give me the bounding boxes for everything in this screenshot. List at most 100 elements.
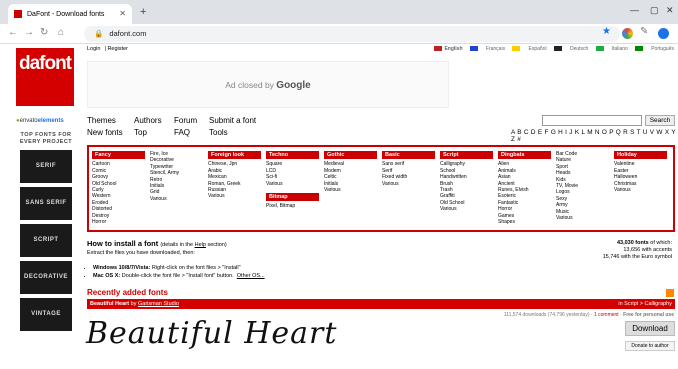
elements-brand: elements [37, 118, 64, 124]
lock-icon: 🔒 [94, 29, 104, 38]
category-title[interactable]: Techno [266, 151, 319, 160]
close-tab-icon[interactable]: ✕ [119, 9, 126, 18]
install-step-mac: Mac OS X: Double-click the font file > "… [93, 272, 265, 280]
nav-faq[interactable]: FAQ [174, 128, 190, 137]
dafont-favicon-icon [14, 10, 22, 18]
ad-closed-text: Ad closed by [225, 80, 274, 90]
category-column: Holiday Valentine Easter Halloween Christmas… [614, 151, 667, 193]
maximize-icon[interactable]: ▢ [650, 5, 659, 16]
category-title[interactable]: Basic [382, 151, 435, 160]
lang-espanol[interactable]: Español [512, 46, 547, 52]
category-link[interactable]: Various [208, 193, 261, 199]
nav-themes[interactable]: Themes [87, 116, 116, 125]
category-link[interactable]: Pixel, Bitmap [266, 203, 319, 209]
download-button[interactable]: Download [625, 321, 675, 336]
browser-toolbar: ← → ↻ ⌂ 🔒 dafont.com ★ ✎ [0, 24, 678, 44]
font-stats: 43,030 fonts of which: 13,656 with accen… [602, 240, 672, 260]
ad-tile-decorative[interactable]: DECORATIVE [20, 261, 72, 294]
font-author-link[interactable]: Garisman Studio [138, 301, 179, 307]
install-extract-text: Extract the files you have downloaded, t… [87, 250, 195, 256]
ad-tile-sans-serif[interactable]: SANS SERIF [20, 187, 72, 220]
other-os-link[interactable]: Other OS... [237, 273, 265, 279]
reload-icon[interactable]: ↻ [40, 27, 48, 38]
logo-text: dafont [18, 53, 72, 74]
lang-francais[interactable]: Français [469, 46, 505, 52]
font-preview: Beautiful Heart [86, 316, 338, 351]
category-link[interactable]: Various [150, 196, 203, 202]
ad-tile-serif[interactable]: SERIF [20, 150, 72, 183]
help-link[interactable]: Help [195, 242, 206, 248]
search-input[interactable] [542, 115, 642, 126]
nav-tools[interactable]: Tools [209, 128, 228, 137]
language-selector: English Français Español Deutsch Italian… [428, 46, 674, 52]
lang-english[interactable]: English [434, 46, 463, 52]
category-link[interactable]: Shapes [498, 219, 551, 225]
nav-authors[interactable]: Authors [134, 116, 162, 125]
category-title[interactable]: Fancy [92, 151, 145, 160]
login-link[interactable]: Login [87, 46, 100, 52]
close-window-icon[interactable]: ✕ [666, 5, 674, 16]
left-column: dafont ●envatoelements TOP FONTS FOR EVE… [16, 48, 76, 331]
category-link[interactable]: Horror [92, 219, 145, 225]
envato-ad-brand[interactable]: ●envatoelements [16, 118, 76, 124]
puzzle-icon[interactable]: ✎ [640, 26, 648, 37]
category-title[interactable]: Script [440, 151, 493, 160]
category-title[interactable]: Bitmap [266, 193, 319, 202]
forward-icon[interactable]: → [24, 27, 34, 38]
category-column: Dingbats Alien Animals Asian Ancient Runes, E… [498, 151, 551, 225]
address-bar[interactable]: 🔒 dafont.com [84, 26, 620, 42]
bookmark-star-icon[interactable]: ★ [602, 26, 611, 37]
search-button[interactable]: Search [645, 115, 675, 126]
category-column: Foreign look Chinese, Jpn Arabic Mexican Rom… [208, 151, 261, 200]
ad-tile-script[interactable]: SCRIPT [20, 224, 72, 257]
donate-button[interactable]: Donate to author [625, 341, 675, 351]
ad-tile-vintage[interactable]: VINTAGE [20, 298, 72, 331]
install-heading: How to install a font (details in the He… [87, 239, 227, 248]
nav-new-fonts[interactable]: New fonts [87, 128, 123, 137]
category-column: Fancy Cartoon Comic Groovy Old School Curly We… [92, 151, 145, 225]
nav-submit[interactable]: Submit a font [209, 116, 256, 125]
category-column: Basic Sans serif Serif Fixed width Various [382, 151, 435, 187]
font-category-link[interactable]: in Script > Calligraphy [618, 299, 672, 309]
alphabet-index[interactable]: A B C D E F G H I J K L M N O P Q R S T … [511, 129, 678, 143]
lang-italiano[interactable]: Italiano [595, 46, 628, 52]
register-link[interactable]: Register [107, 46, 127, 52]
category-title[interactable]: Foreign look [208, 151, 261, 160]
comment-link[interactable]: 1 comment [594, 312, 619, 318]
category-title[interactable]: Gothic [324, 151, 377, 160]
rss-icon[interactable] [666, 289, 674, 297]
extension-icon[interactable] [622, 28, 633, 39]
back-icon[interactable]: ← [8, 27, 18, 38]
category-link[interactable]: Various [556, 215, 609, 221]
category-column: Script Calligraphy School Handwritten Brush T… [440, 151, 493, 213]
lang-deutsch[interactable]: Deutsch [553, 46, 588, 52]
category-link[interactable]: Various [324, 187, 377, 193]
category-link[interactable]: Various [614, 187, 667, 193]
tab-title: DaFont - Download fonts [27, 10, 105, 18]
closed-ad-banner: Ad closed by Google [87, 61, 449, 108]
install-steps: Windows 10/8/7/Vista: Right-click on the… [93, 264, 265, 280]
user-bar: Login | Register [87, 46, 128, 52]
recent-fonts-heading: Recently added fonts [87, 288, 168, 297]
browser-tab[interactable]: DaFont - Download fonts ✕ [8, 4, 132, 24]
font-name-link[interactable]: Beautiful Heart [90, 301, 129, 307]
category-column: Bar Code Nature Sport Heads Kids TV, Movie Log… [556, 151, 609, 221]
minimize-icon[interactable]: — [630, 5, 639, 15]
lang-portugues[interactable]: Português [635, 46, 674, 52]
nav-top[interactable]: Top [134, 128, 147, 137]
google-brand: Google [276, 80, 311, 91]
category-link[interactable]: Various [440, 206, 493, 212]
new-tab-icon[interactable]: + [140, 6, 146, 18]
top-fonts-heading: TOP FONTS FOR EVERY PROJECT [19, 132, 73, 145]
profile-avatar[interactable] [658, 28, 669, 39]
nav-forum[interactable]: Forum [174, 116, 197, 125]
category-column: Fire, Ice Decorative Typewriter Stencil, Ar… [150, 151, 203, 202]
category-title[interactable]: Dingbats [498, 151, 551, 160]
category-column: Gothic Medieval Modern Celtic Initials Variou… [324, 151, 377, 193]
dafont-logo[interactable]: dafont [16, 48, 74, 106]
download-info: 111,574 downloads (74,796 yesterday) · 1… [503, 312, 674, 318]
browser-tab-strip: DaFont - Download fonts ✕ + — ▢ ✕ [0, 0, 678, 24]
home-icon[interactable]: ⌂ [58, 27, 64, 38]
category-link[interactable]: Various [382, 181, 435, 187]
category-title[interactable]: Holiday [614, 151, 667, 160]
